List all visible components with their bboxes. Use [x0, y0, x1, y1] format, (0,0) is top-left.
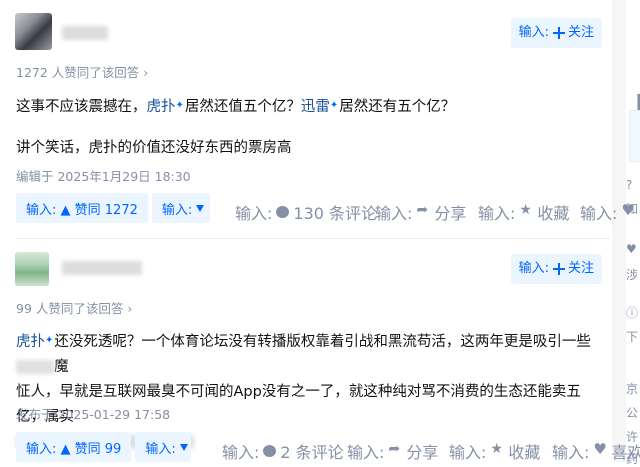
- chart-icon[interactable]: ▐: [632, 95, 640, 111]
- topic-link-xunlei[interactable]: 迅雷: [301, 99, 330, 115]
- plus-icon: [552, 27, 565, 39]
- follow-button[interactable]: 输入: 关注: [510, 254, 602, 284]
- voters-count[interactable]: 99 人赞同了该回答 ›: [16, 298, 132, 317]
- sidebar-promo-card[interactable]: [629, 110, 640, 162]
- edit-time[interactable]: 编辑于 2025年1月29日 18:30: [16, 166, 191, 185]
- like-button[interactable]: 输入: 喜欢: [552, 439, 640, 463]
- share-icon: [388, 441, 402, 458]
- spark-icon: ✦: [329, 100, 339, 111]
- publish-time[interactable]: 发布于 2025-01-29 17:58: [16, 404, 170, 423]
- comment-icon: [276, 206, 290, 218]
- favorite-button[interactable]: 输入: 收藏: [478, 200, 569, 224]
- heart-icon: [593, 440, 607, 458]
- spark-icon: ✦: [175, 100, 184, 111]
- sidebar-fragment: 京: [626, 382, 639, 396]
- action-bar: 输入: ▲ 赞同 99 输入:: [16, 431, 192, 463]
- follow-prefix: 输入:: [518, 261, 549, 276]
- answer-card: 输入: 关注 99 人赞同了该回答 › 虎扑✦还没死透呢？一个体育论坛没有转播版…: [0, 240, 640, 463]
- plus-icon: [552, 263, 565, 275]
- author-name-blurred[interactable]: [62, 26, 108, 40]
- follow-label: 关注: [567, 261, 594, 276]
- blurred-text: [16, 360, 54, 374]
- comment-button[interactable]: 输入: 2 条评论: [222, 439, 344, 463]
- star-icon: [490, 441, 504, 458]
- vote-down-button[interactable]: 输入:: [135, 432, 192, 462]
- sidebar-fragment: 公: [626, 406, 639, 420]
- comment-icon: [263, 445, 277, 457]
- star-icon: [519, 202, 533, 219]
- topic-link-hupu[interactable]: 虎扑: [16, 334, 45, 350]
- follow-label: 关注: [567, 25, 594, 40]
- heart-icon: [621, 201, 635, 219]
- voters-count[interactable]: 1272 人赞同了该回答 ›: [16, 62, 148, 81]
- topic-link-hupu[interactable]: 虎扑: [147, 99, 176, 115]
- vote-down-button[interactable]: 输入:: [151, 193, 210, 223]
- author-name-blurred[interactable]: [62, 261, 142, 275]
- share-icon: [416, 202, 430, 219]
- share-button[interactable]: 输入: 分享: [375, 200, 466, 224]
- answer-card: 输入: 关注 1272 人赞同了该回答 › 这事不应该震撼在，虎扑✦居然还值五个…: [0, 0, 635, 234]
- follow-button[interactable]: 输入: 关注: [510, 18, 602, 48]
- triangle-down-icon: [179, 443, 188, 451]
- sidebar-heart-icon[interactable]: ♥: [626, 242, 637, 256]
- sidebar-fragment: 涉: [626, 268, 639, 282]
- divider: [16, 238, 610, 239]
- action-bar: 输入: ▲ 赞同 1272 输入:: [16, 192, 210, 224]
- sidebar-info-icon[interactable]: ⓘ: [626, 304, 638, 321]
- triangle-down-icon: [196, 204, 205, 212]
- sidebar-help-icon[interactable]: ?: [626, 178, 632, 192]
- follow-prefix: 输入:: [518, 25, 549, 40]
- sidebar-fragment: 下: [626, 330, 639, 344]
- like-button[interactable]: 输入:: [580, 200, 635, 224]
- answer-paragraph: 讲个笑话，虎扑的价值还没好东西的票房高: [16, 140, 292, 156]
- vote-up-button[interactable]: 输入: ▲ 赞同 99: [16, 432, 132, 462]
- answer-paragraph: 这事不应该震撼在，虎扑✦居然还值五个亿？迅雷✦居然还有五个亿？: [16, 99, 456, 115]
- vote-up-button[interactable]: 输入: ▲ 赞同 1272: [16, 193, 148, 223]
- share-button[interactable]: 输入: 分享: [347, 439, 438, 463]
- favorite-button[interactable]: 输入: 收藏: [449, 439, 540, 463]
- comment-button[interactable]: 输入: 130 条评论: [235, 200, 377, 224]
- spark-icon: ✦: [45, 335, 54, 346]
- avatar[interactable]: [15, 252, 49, 286]
- avatar[interactable]: [15, 13, 52, 50]
